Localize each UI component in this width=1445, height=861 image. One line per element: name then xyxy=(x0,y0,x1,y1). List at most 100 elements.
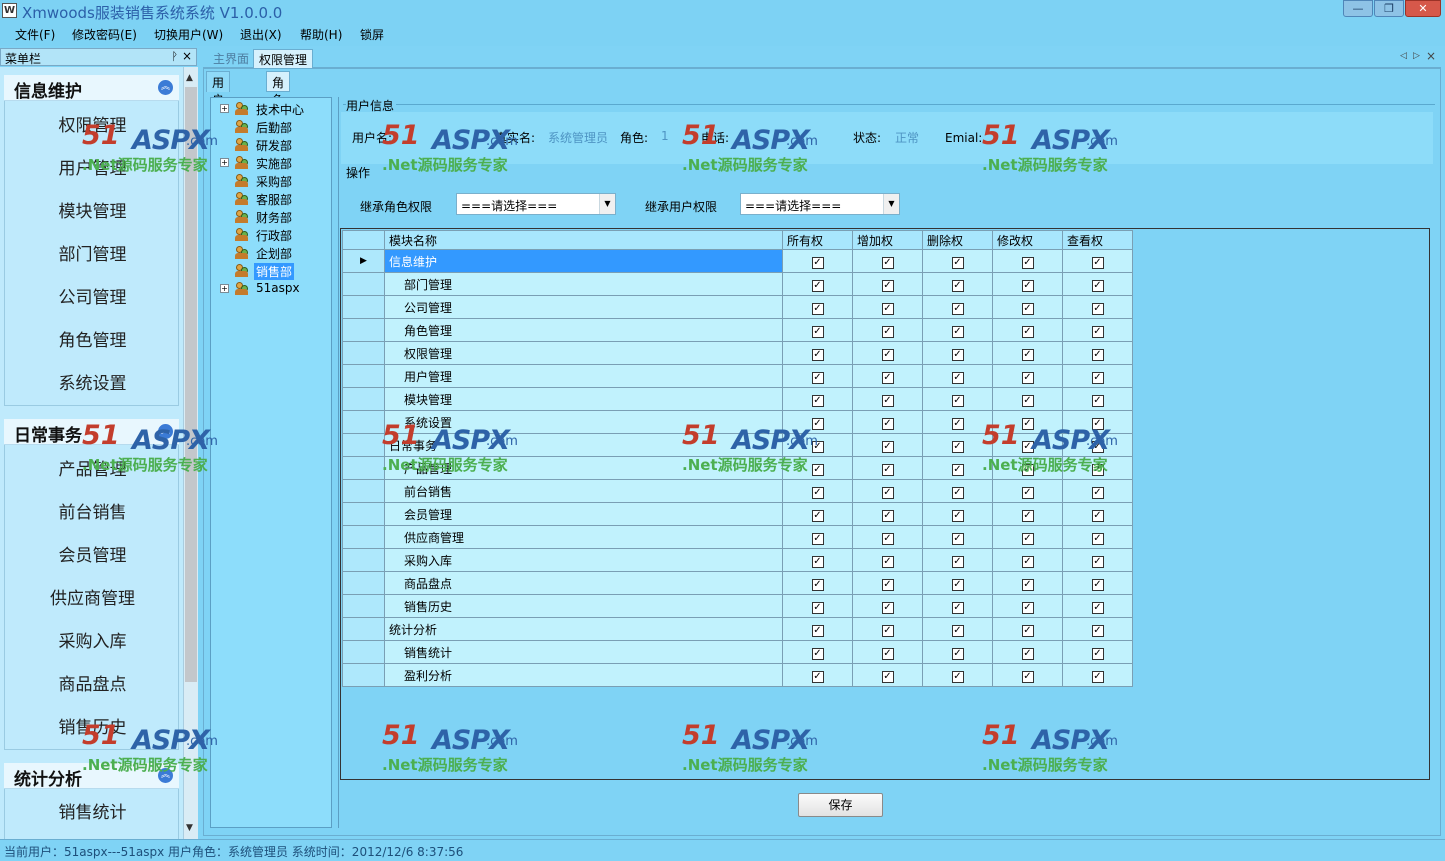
permission-checkbox[interactable]: ✓ xyxy=(881,670,894,683)
row-header[interactable] xyxy=(342,479,385,503)
permission-checkbox[interactable]: ✓ xyxy=(1021,463,1034,476)
module-name-cell[interactable]: 统计分析 xyxy=(384,617,783,641)
table-row[interactable]: 采购入库 ✓ ✓ ✓ ✓ ✓ xyxy=(342,548,1133,572)
table-row[interactable]: 销售历史 ✓ ✓ ✓ ✓ ✓ xyxy=(342,594,1133,618)
permission-checkbox[interactable]: ✓ xyxy=(881,486,894,499)
close-button[interactable]: ✕ xyxy=(1405,0,1441,17)
maximize-button[interactable]: ❐ xyxy=(1374,0,1404,17)
permission-checkbox[interactable]: ✓ xyxy=(951,256,964,269)
sidebar-item-sales-history[interactable]: 销售历史 xyxy=(5,713,180,738)
sidebar-item-roles[interactable]: 角色管理 xyxy=(5,326,180,351)
table-row[interactable]: 部门管理 ✓ ✓ ✓ ✓ ✓ xyxy=(342,272,1133,296)
permission-checkbox[interactable]: ✓ xyxy=(881,555,894,568)
permission-checkbox[interactable]: ✓ xyxy=(881,256,894,269)
permission-checkbox[interactable]: ✓ xyxy=(1021,555,1034,568)
permission-checkbox[interactable]: ✓ xyxy=(1021,302,1034,315)
permission-checkbox[interactable]: ✓ xyxy=(951,348,964,361)
sidebar-item-pos[interactable]: 前台销售 xyxy=(5,498,180,523)
permission-checkbox[interactable]: ✓ xyxy=(811,463,824,476)
permission-checkbox[interactable]: ✓ xyxy=(811,371,824,384)
permission-checkbox[interactable]: ✓ xyxy=(811,601,824,614)
permission-checkbox[interactable]: ✓ xyxy=(1091,624,1104,637)
sidebar-item-permission[interactable]: 权限管理 xyxy=(5,111,180,136)
menu-exit[interactable]: 退出(X) xyxy=(240,26,282,43)
permission-checkbox[interactable]: ✓ xyxy=(1091,348,1104,361)
module-name-cell[interactable]: 盈利分析 xyxy=(384,663,783,687)
table-row[interactable]: 系统设置 ✓ ✓ ✓ ✓ ✓ xyxy=(342,410,1133,434)
module-name-cell[interactable]: 用户管理 xyxy=(384,364,783,388)
permission-checkbox[interactable]: ✓ xyxy=(1091,417,1104,430)
module-name-cell[interactable]: 会员管理 xyxy=(384,502,783,526)
permission-checkbox[interactable]: ✓ xyxy=(951,486,964,499)
permission-checkbox[interactable]: ✓ xyxy=(811,348,824,361)
row-header[interactable] xyxy=(342,295,385,319)
permission-checkbox[interactable]: ✓ xyxy=(1091,670,1104,683)
module-name-cell[interactable]: 信息维护 xyxy=(384,249,783,273)
sidebar-item-sales-stats[interactable]: 销售统计 xyxy=(5,798,180,823)
tree-node[interactable]: + 技术中心 xyxy=(211,100,331,118)
permission-checkbox[interactable]: ✓ xyxy=(1091,601,1104,614)
permission-checkbox[interactable]: ✓ xyxy=(881,532,894,545)
scroll-down-icon[interactable]: ▼ xyxy=(186,823,193,833)
permission-checkbox[interactable]: ✓ xyxy=(951,670,964,683)
permission-checkbox[interactable]: ✓ xyxy=(951,555,964,568)
table-row[interactable]: 前台销售 ✓ ✓ ✓ ✓ ✓ xyxy=(342,479,1133,503)
table-row[interactable]: 商品盘点 ✓ ✓ ✓ ✓ ✓ xyxy=(342,571,1133,595)
permission-checkbox[interactable]: ✓ xyxy=(1021,647,1034,660)
tree-node-selected[interactable]: 销售部 xyxy=(211,262,331,280)
row-header[interactable]: ▶ xyxy=(342,249,385,273)
column-header-module-name[interactable]: 模块名称 xyxy=(384,230,783,250)
close-icon[interactable]: × xyxy=(182,49,192,63)
permission-checkbox[interactable]: ✓ xyxy=(1091,486,1104,499)
permission-checkbox[interactable]: ✓ xyxy=(1021,670,1034,683)
table-row[interactable]: 销售统计 ✓ ✓ ✓ ✓ ✓ xyxy=(342,640,1133,664)
permission-checkbox[interactable]: ✓ xyxy=(881,348,894,361)
permission-checkbox[interactable]: ✓ xyxy=(811,279,824,292)
permission-checkbox[interactable]: ✓ xyxy=(1091,371,1104,384)
permission-checkbox[interactable]: ✓ xyxy=(1021,256,1034,269)
tree-node[interactable]: + 51aspx xyxy=(211,280,331,298)
collapse-icon[interactable]: ︽ xyxy=(158,768,173,783)
module-name-cell[interactable]: 供应商管理 xyxy=(384,525,783,549)
module-name-cell[interactable]: 系统设置 xyxy=(384,410,783,434)
permission-checkbox[interactable]: ✓ xyxy=(951,279,964,292)
permission-checkbox[interactable]: ✓ xyxy=(881,325,894,338)
permission-checkbox[interactable]: ✓ xyxy=(951,463,964,476)
permission-checkbox[interactable]: ✓ xyxy=(811,555,824,568)
permission-checkbox[interactable]: ✓ xyxy=(1091,647,1104,660)
module-name-cell[interactable]: 销售历史 xyxy=(384,594,783,618)
sidebar-item-suppliers[interactable]: 供应商管理 xyxy=(5,584,180,609)
module-name-cell[interactable]: 销售统计 xyxy=(384,640,783,664)
row-header[interactable] xyxy=(342,640,385,664)
permission-checkbox[interactable]: ✓ xyxy=(1021,440,1034,453)
permission-checkbox[interactable]: ✓ xyxy=(811,670,824,683)
sidebar-item-purchase[interactable]: 采购入库 xyxy=(5,627,180,652)
module-name-cell[interactable]: 商品盘点 xyxy=(384,571,783,595)
table-row[interactable]: 供应商管理 ✓ ✓ ✓ ✓ ✓ xyxy=(342,525,1133,549)
sidebar-scrollbar[interactable]: ▲ ▼ xyxy=(183,67,198,839)
permission-checkbox[interactable]: ✓ xyxy=(951,532,964,545)
sidebar-item-members[interactable]: 会员管理 xyxy=(5,541,180,566)
permission-checkbox[interactable]: ✓ xyxy=(1021,509,1034,522)
permission-checkbox[interactable]: ✓ xyxy=(1091,463,1104,476)
permission-checkbox[interactable]: ✓ xyxy=(881,440,894,453)
permission-checkbox[interactable]: ✓ xyxy=(951,325,964,338)
menu-help[interactable]: 帮助(H) xyxy=(300,26,342,43)
scroll-up-icon[interactable]: ▲ xyxy=(186,73,193,83)
permission-checkbox[interactable]: ✓ xyxy=(881,302,894,315)
permission-checkbox[interactable]: ✓ xyxy=(811,647,824,660)
permission-checkbox[interactable]: ✓ xyxy=(881,463,894,476)
minimize-button[interactable]: — xyxy=(1343,0,1373,17)
permission-checkbox[interactable]: ✓ xyxy=(881,601,894,614)
module-name-cell[interactable]: 角色管理 xyxy=(384,318,783,342)
sidebar-item-users[interactable]: 用户管理 xyxy=(5,154,180,179)
permission-checkbox[interactable]: ✓ xyxy=(811,532,824,545)
sidebar-item-settings[interactable]: 系统设置 xyxy=(5,369,180,394)
row-header[interactable] xyxy=(342,525,385,549)
tree-node[interactable]: 采购部 xyxy=(211,172,331,190)
permission-checkbox[interactable]: ✓ xyxy=(881,279,894,292)
column-header-all[interactable]: 所有权 xyxy=(782,230,853,250)
table-row[interactable]: 产品管理 ✓ ✓ ✓ ✓ ✓ xyxy=(342,456,1133,480)
row-header[interactable] xyxy=(342,617,385,641)
expand-icon[interactable]: + xyxy=(220,284,229,293)
